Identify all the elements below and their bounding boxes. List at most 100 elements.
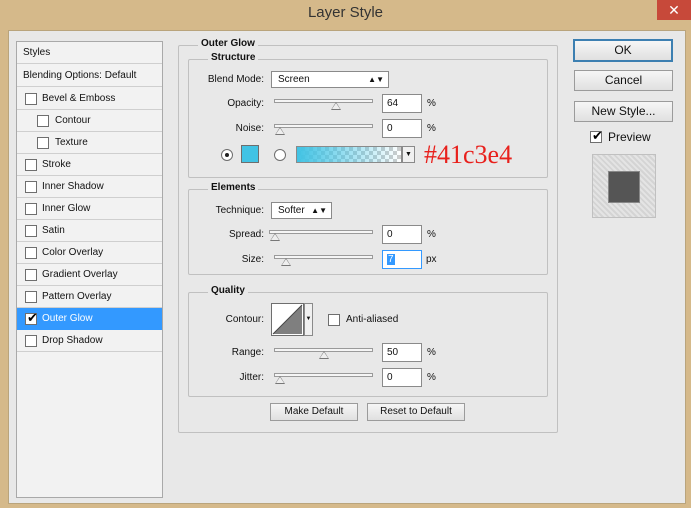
gradient-overlay-label: Gradient Overlay xyxy=(42,269,118,280)
size-unit: px xyxy=(426,254,437,265)
inner-shadow-checkbox[interactable] xyxy=(25,181,37,193)
contour-dropdown-button[interactable]: ▼ xyxy=(304,303,313,336)
size-slider-thumb[interactable] xyxy=(281,258,292,266)
make-default-button[interactable]: Make Default xyxy=(270,403,358,421)
outer-glow-label: Outer Glow xyxy=(42,313,93,324)
jitter-unit: % xyxy=(427,372,436,383)
stroke-checkbox[interactable] xyxy=(25,159,37,171)
check-icon: ✔ xyxy=(27,310,38,325)
spread-label: Spread: xyxy=(228,229,264,240)
updown-arrows-icon: ▲▼ xyxy=(368,75,384,84)
noise-input[interactable]: 0 xyxy=(382,119,422,138)
style-item-texture[interactable]: Texture xyxy=(17,132,162,154)
style-item-color-overlay[interactable]: Color Overlay xyxy=(17,242,162,264)
style-item-drop-shadow[interactable]: Drop Shadow xyxy=(17,330,162,352)
contour-picker[interactable] xyxy=(271,303,304,336)
preview-label: Preview xyxy=(608,130,651,144)
anti-aliased-checkbox[interactable] xyxy=(328,314,340,326)
jitter-slider[interactable] xyxy=(274,373,373,384)
contour-curve-icon xyxy=(272,304,303,335)
blend-mode-value: Screen xyxy=(278,74,310,85)
stroke-label: Stroke xyxy=(42,159,71,170)
inner-glow-checkbox[interactable] xyxy=(25,203,37,215)
radio-selected-dot xyxy=(225,153,229,157)
technique-label: Technique: xyxy=(215,205,264,216)
inner-glow-label: Inner Glow xyxy=(42,203,91,214)
cancel-button[interactable]: Cancel xyxy=(574,70,673,91)
jitter-input[interactable]: 0 xyxy=(382,368,422,387)
solid-color-radio[interactable] xyxy=(221,149,233,161)
style-item-inner-glow[interactable]: Inner Glow xyxy=(17,198,162,220)
style-item-gradient-overlay[interactable]: Gradient Overlay xyxy=(17,264,162,286)
outer-glow-checkbox[interactable]: ✔ xyxy=(25,310,38,325)
opacity-unit: % xyxy=(427,98,436,109)
glow-gradient-picker[interactable] xyxy=(296,146,402,163)
spread-slider-thumb[interactable] xyxy=(270,233,280,241)
updown-arrows-icon: ▲▼ xyxy=(311,206,327,215)
gradient-dropdown-button[interactable]: ▼ xyxy=(402,146,415,163)
pattern-overlay-label: Pattern Overlay xyxy=(42,291,112,302)
jitter-label: Jitter: xyxy=(239,372,264,383)
check-icon: ✔ xyxy=(592,128,603,143)
texture-label: Texture xyxy=(55,137,88,148)
close-button[interactable]: ✕ xyxy=(657,0,691,20)
noise-slider[interactable] xyxy=(274,124,373,135)
range-input[interactable]: 50 xyxy=(382,343,422,362)
style-item-pattern-overlay[interactable]: Pattern Overlay xyxy=(17,286,162,308)
spread-input[interactable]: 0 xyxy=(382,225,422,244)
contour-label: Contour: xyxy=(225,314,264,325)
satin-checkbox[interactable] xyxy=(25,225,37,237)
inner-shadow-label: Inner Shadow xyxy=(42,181,104,192)
texture-checkbox[interactable] xyxy=(37,137,49,149)
dropdown-arrow-icon: ▼ xyxy=(405,151,412,158)
reset-to-default-button[interactable]: Reset to Default xyxy=(367,403,465,421)
jitter-slider-thumb[interactable] xyxy=(275,376,285,384)
new-style-button[interactable]: New Style... xyxy=(574,101,673,122)
style-item-inner-shadow[interactable]: Inner Shadow xyxy=(17,176,162,198)
pattern-overlay-checkbox[interactable] xyxy=(25,291,37,303)
outer-glow-title: Outer Glow xyxy=(198,38,258,49)
opacity-slider[interactable] xyxy=(274,99,373,110)
spread-unit: % xyxy=(427,229,436,240)
color-overlay-label: Color Overlay xyxy=(42,247,104,258)
spread-slider[interactable] xyxy=(269,230,373,241)
opacity-slider-thumb[interactable] xyxy=(330,102,341,110)
noise-slider-thumb[interactable] xyxy=(275,127,285,135)
preview-swatch xyxy=(608,171,640,203)
style-item-satin[interactable]: Satin xyxy=(17,220,162,242)
range-unit: % xyxy=(427,347,436,358)
blend-mode-dropdown[interactable]: Screen ▲▼ xyxy=(271,71,389,88)
drop-shadow-label: Drop Shadow xyxy=(42,335,103,346)
drop-shadow-checkbox[interactable] xyxy=(25,335,37,347)
range-slider-thumb[interactable] xyxy=(318,351,329,359)
title-bar: Layer Style ✕ xyxy=(0,0,691,28)
size-slider[interactable] xyxy=(274,255,373,266)
glow-color-swatch[interactable] xyxy=(241,145,259,163)
size-value: 7 xyxy=(387,254,395,265)
technique-dropdown[interactable]: Softer ▲▼ xyxy=(271,202,332,219)
styles-header[interactable]: Styles xyxy=(17,42,162,64)
size-label: Size: xyxy=(241,254,264,265)
window-title: Layer Style xyxy=(307,4,384,21)
style-item-contour[interactable]: Contour xyxy=(17,110,162,132)
gradient-overlay-checkbox[interactable] xyxy=(25,269,37,281)
structure-title: Structure xyxy=(208,52,259,63)
styles-list: Styles Blending Options: Default Bevel &… xyxy=(16,41,163,498)
style-item-bevel-emboss[interactable]: Bevel & Emboss xyxy=(17,88,162,110)
ok-button[interactable]: OK xyxy=(573,39,673,62)
size-input[interactable]: 7 xyxy=(382,250,422,269)
opacity-input[interactable]: 64 xyxy=(382,94,422,113)
preview-checkbox[interactable]: ✔ xyxy=(590,128,603,143)
noise-label: Noise: xyxy=(235,123,264,134)
style-item-stroke[interactable]: Stroke xyxy=(17,154,162,176)
technique-value: Softer xyxy=(278,205,305,216)
bevel-emboss-checkbox[interactable] xyxy=(25,93,37,105)
gradient-radio[interactable] xyxy=(274,149,286,161)
noise-unit: % xyxy=(427,123,436,134)
color-annotation: #41c3e4 xyxy=(424,140,513,169)
style-item-outer-glow[interactable]: ✔ Outer Glow xyxy=(17,308,162,330)
contour-checkbox[interactable] xyxy=(37,115,49,127)
blending-options-item[interactable]: Blending Options: Default xyxy=(17,65,162,87)
range-slider[interactable] xyxy=(274,348,373,359)
color-overlay-checkbox[interactable] xyxy=(25,247,37,259)
